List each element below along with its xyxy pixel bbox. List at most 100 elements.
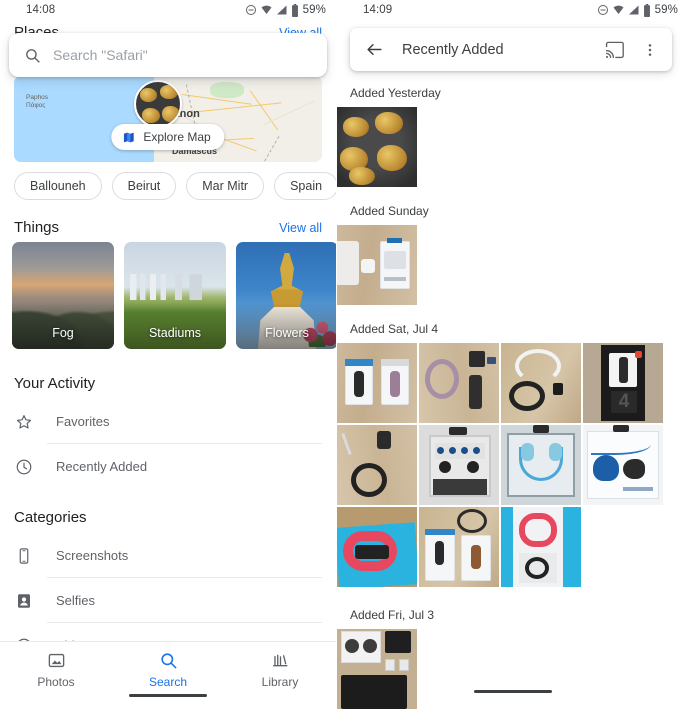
activity-row-favorites[interactable]: Favorites — [0, 399, 336, 444]
nav-tab-photos[interactable]: Photos — [0, 651, 112, 689]
wifi-icon — [261, 5, 272, 14]
photo-grid[interactable]: 4 — [337, 343, 688, 587]
dnd-icon — [597, 5, 608, 15]
map-label-paphos: Paphos Πάφος — [26, 94, 49, 110]
photo-thumbnail[interactable] — [337, 107, 417, 187]
day-heading: Added Fri, Jul 3 — [350, 608, 435, 622]
place-chip[interactable]: Mar Mitr — [186, 172, 265, 200]
bottom-navigation[interactable]: Photos Search Library — [0, 641, 336, 712]
activity-label: Favorites — [56, 414, 110, 429]
status-bar-right: 14:09 59% — [337, 0, 688, 20]
things-row[interactable]: Fog Stadiums Flowers — [12, 242, 336, 349]
thing-card[interactable]: Flowers — [236, 242, 336, 349]
photo-thumbnail[interactable] — [583, 425, 663, 505]
things-section-header: Things View all — [0, 219, 336, 236]
search-page-scroll[interactable]: Places View all Search "Safari" — [0, 20, 336, 712]
map-icon — [123, 132, 134, 142]
search-input[interactable]: Search "Safari" — [53, 47, 148, 63]
nav-tab-library[interactable]: Library — [224, 651, 336, 689]
photo-thumbnail[interactable] — [419, 343, 499, 423]
photo-thumbnail[interactable] — [419, 425, 499, 505]
thing-card[interactable]: Fog — [12, 242, 114, 349]
day-heading: Added Yesterday — [350, 86, 441, 100]
day-group-sunday: Added Sunday — [337, 204, 688, 305]
cast-icon[interactable] — [602, 40, 626, 59]
photo-grid[interactable] — [337, 629, 688, 709]
categories-title: Categories — [14, 509, 87, 526]
photo-thumbnail[interactable] — [501, 343, 581, 423]
day-heading: Added Sat, Jul 4 — [350, 322, 439, 336]
nav-label: Search — [148, 675, 188, 689]
app-bar: Recently Added — [350, 28, 672, 71]
home-indicator-right — [473, 690, 552, 693]
photo-thumbnail[interactable] — [337, 629, 417, 709]
activity-row-recently-added[interactable]: Recently Added — [0, 444, 336, 489]
places-map[interactable]: PaphosΠάφος Lebanon Damascus Explore Map — [14, 76, 322, 162]
photo-thumbnail[interactable] — [337, 507, 417, 587]
search-bar[interactable]: Search "Safari" — [9, 33, 327, 77]
person-icon — [14, 592, 34, 610]
category-label: Screenshots — [56, 548, 129, 563]
category-row-screenshots[interactable]: Screenshots — [0, 533, 336, 578]
day-group-yesterday: Added Yesterday — [337, 86, 688, 187]
nav-label: Photos — [37, 675, 75, 689]
thing-label: Stadiums — [148, 326, 202, 340]
place-chip[interactable]: Beirut — [111, 172, 177, 200]
thing-card[interactable]: Stadiums — [124, 242, 226, 349]
search-icon — [160, 653, 176, 669]
signal-icon — [628, 5, 639, 15]
photo-thumbnail[interactable] — [337, 225, 417, 305]
library-icon — [272, 654, 288, 667]
nav-tab-search[interactable]: Search — [112, 651, 224, 689]
star-icon — [14, 413, 34, 431]
clock-icon — [14, 458, 34, 476]
your-activity-title: Your Activity — [14, 375, 96, 392]
thing-label: Flowers — [265, 326, 309, 340]
photo-grid-empty — [583, 507, 663, 587]
phone-icon — [14, 547, 34, 565]
screenshot-root: 14:08 59% Search "Safari" Paphos Πάφος D… — [0, 0, 688, 712]
right-phone-panel: 14:09 59% Recently Added Added Yesterday… — [337, 0, 688, 712]
photo-grid[interactable] — [337, 225, 688, 305]
place-chip[interactable]: Ballouneh — [14, 172, 102, 200]
battery-icon — [643, 3, 650, 17]
battery-icon — [291, 3, 298, 17]
home-indicator-left — [129, 694, 207, 697]
things-view-all[interactable]: View all — [279, 221, 322, 235]
status-time: 14:08 — [26, 4, 56, 16]
battery-percent: 59% — [302, 4, 326, 16]
activity-label: Recently Added — [56, 459, 148, 474]
map-road — [189, 102, 282, 114]
place-chip[interactable]: Spain — [274, 172, 336, 200]
signal-icon — [276, 5, 287, 15]
photo-icon — [48, 653, 64, 668]
photo-thumbnail[interactable] — [419, 507, 499, 587]
dnd-icon — [245, 5, 256, 15]
map-greenland — [210, 82, 244, 98]
battery-percent: 59% — [654, 4, 678, 16]
map-photo-marker[interactable] — [134, 80, 182, 128]
photo-thumbnail[interactable]: 4 — [583, 343, 663, 423]
thing-label: Fog — [52, 326, 74, 340]
search-icon — [26, 48, 40, 63]
day-heading: Added Sunday — [350, 204, 429, 218]
your-activity-section: Your Activity Favorites Recently Added — [0, 375, 336, 489]
back-arrow-icon[interactable] — [362, 40, 386, 59]
photo-grid[interactable] — [337, 107, 688, 187]
wifi-icon — [613, 5, 624, 14]
photo-thumbnail[interactable] — [501, 425, 581, 505]
photo-thumbnail[interactable] — [501, 507, 581, 587]
category-row-selfies[interactable]: Selfies — [0, 578, 336, 623]
more-vert-icon[interactable] — [642, 42, 658, 58]
day-group-sat-jul-4: Added Sat, Jul 4 4 — [337, 322, 688, 587]
place-chips-row[interactable]: Ballouneh Beirut Mar Mitr Spain — [14, 172, 336, 200]
app-bar-title: Recently Added — [402, 41, 504, 58]
explore-map-button[interactable]: Explore Map — [111, 124, 225, 150]
photo-thumbnail[interactable] — [337, 425, 417, 505]
status-time: 14:09 — [363, 4, 393, 16]
explore-map-label: Explore Map — [143, 130, 211, 144]
left-phone-panel: 14:08 59% Search "Safari" Paphos Πάφος D… — [0, 0, 336, 712]
things-title: Things — [14, 219, 60, 236]
nav-label: Library — [261, 675, 299, 689]
photo-thumbnail[interactable] — [337, 343, 417, 423]
